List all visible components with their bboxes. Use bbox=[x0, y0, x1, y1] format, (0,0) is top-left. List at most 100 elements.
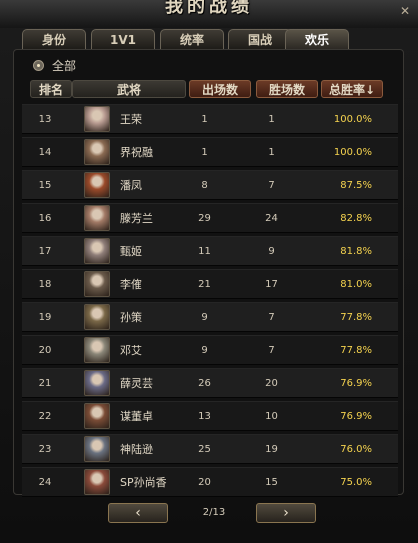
win-rate: 87.5% bbox=[340, 180, 372, 191]
table-row[interactable]: 13 王荣 1 1 100.0% bbox=[22, 104, 398, 134]
rank-cell: 14 bbox=[38, 147, 52, 158]
table-row[interactable]: 15 潘凤 8 7 87.5% bbox=[22, 170, 398, 200]
battle-record-window: 我的战绩 ✕ 身份 1V1 统率 国战 欢乐 全部 排名 武将 出场数 胜场数 … bbox=[0, 0, 418, 543]
general-portrait-icon bbox=[84, 271, 110, 297]
filter-label: 全部 bbox=[52, 59, 77, 73]
table-row[interactable]: 22 谋董卓 13 10 76.9% bbox=[22, 401, 398, 431]
tab-national-war[interactable]: 国战 bbox=[228, 29, 292, 49]
games-count: 8 bbox=[201, 180, 208, 191]
rank-cell: 16 bbox=[38, 213, 52, 224]
wins-count: 24 bbox=[265, 213, 278, 224]
wins-count: 19 bbox=[265, 444, 278, 455]
general-portrait-icon bbox=[84, 139, 110, 165]
general-portrait-icon bbox=[84, 106, 110, 132]
page-indicator: 2/13 bbox=[202, 507, 226, 518]
win-rate: 75.0% bbox=[340, 477, 372, 488]
rank-cell: 15 bbox=[38, 180, 52, 191]
win-rate: 77.8% bbox=[340, 312, 372, 323]
rank-cell: 20 bbox=[38, 345, 52, 356]
general-portrait-icon bbox=[84, 172, 110, 198]
table-row[interactable]: 16 滕芳兰 29 24 82.8% bbox=[22, 203, 398, 233]
games-count: 9 bbox=[201, 345, 208, 356]
games-count: 25 bbox=[198, 444, 211, 455]
table-row[interactable]: 21 薛灵芸 26 20 76.9% bbox=[22, 368, 398, 398]
general-portrait-icon bbox=[84, 205, 110, 231]
games-count: 21 bbox=[198, 279, 211, 290]
general-portrait-icon bbox=[84, 436, 110, 462]
tab-command[interactable]: 统率 bbox=[160, 29, 224, 49]
rank-cell: 13 bbox=[38, 114, 52, 125]
rank-cell: 21 bbox=[38, 378, 52, 389]
wins-count: 7 bbox=[268, 312, 275, 323]
pagination: ‹ 2/13 › bbox=[108, 503, 318, 523]
win-rate: 76.9% bbox=[340, 411, 372, 422]
general-portrait-icon bbox=[84, 469, 110, 495]
wins-count: 7 bbox=[268, 180, 275, 191]
header-win-rate[interactable]: 总胜率↓ bbox=[321, 80, 383, 98]
win-rate: 77.8% bbox=[340, 345, 372, 356]
games-count: 11 bbox=[198, 246, 211, 257]
close-icon[interactable]: ✕ bbox=[398, 4, 412, 18]
table-row[interactable]: 24 SP孙尚香 20 15 75.0% bbox=[22, 467, 398, 497]
win-rate: 100.0% bbox=[333, 114, 372, 125]
games-count: 9 bbox=[201, 312, 208, 323]
rank-cell: 24 bbox=[38, 477, 52, 488]
tab-identity[interactable]: 身份 bbox=[22, 29, 86, 49]
header-general: 武将 bbox=[72, 80, 186, 98]
general-portrait-icon bbox=[84, 238, 110, 264]
win-rate: 100.0% bbox=[333, 147, 372, 158]
win-rate: 81.0% bbox=[340, 279, 372, 290]
next-page-button[interactable]: › bbox=[256, 503, 316, 523]
header-games[interactable]: 出场数 bbox=[189, 80, 251, 98]
games-count: 29 bbox=[198, 213, 211, 224]
general-name: 潘凤 bbox=[120, 179, 142, 192]
general-name: 甄姬 bbox=[120, 245, 142, 258]
table-row[interactable]: 18 李傕 21 17 81.0% bbox=[22, 269, 398, 299]
radio-selected-icon[interactable] bbox=[33, 60, 44, 71]
prev-page-button[interactable]: ‹ bbox=[108, 503, 168, 523]
wins-count: 1 bbox=[268, 114, 275, 125]
win-rate: 76.9% bbox=[340, 378, 372, 389]
table-row[interactable]: 19 孙策 9 7 77.8% bbox=[22, 302, 398, 332]
general-name: SP孙尚香 bbox=[120, 476, 167, 489]
header-wins[interactable]: 胜场数 bbox=[256, 80, 318, 98]
games-count: 20 bbox=[198, 477, 211, 488]
games-count: 13 bbox=[198, 411, 211, 422]
table-row[interactable]: 14 界祝融 1 1 100.0% bbox=[22, 137, 398, 167]
general-name: 滕芳兰 bbox=[120, 212, 153, 225]
general-name: 谋董卓 bbox=[120, 410, 153, 423]
wins-count: 15 bbox=[265, 477, 278, 488]
rank-cell: 18 bbox=[38, 279, 52, 290]
wins-count: 7 bbox=[268, 345, 275, 356]
title-bar: 我的战绩 ✕ bbox=[0, 0, 418, 28]
table-row[interactable]: 17 甄姬 11 9 81.8% bbox=[22, 236, 398, 266]
table-row[interactable]: 23 神陆逊 25 19 76.0% bbox=[22, 434, 398, 464]
win-rate: 76.0% bbox=[340, 444, 372, 455]
general-portrait-icon bbox=[84, 370, 110, 396]
wins-count: 1 bbox=[268, 147, 275, 158]
tab-joy[interactable]: 欢乐 bbox=[285, 29, 349, 49]
wins-count: 10 bbox=[265, 411, 278, 422]
tab-1v1[interactable]: 1V1 bbox=[91, 29, 155, 49]
window-title: 我的战绩 bbox=[165, 0, 253, 17]
games-count: 26 bbox=[198, 378, 211, 389]
rank-cell: 22 bbox=[38, 411, 52, 422]
chevron-left-icon: ‹ bbox=[135, 505, 141, 521]
general-portrait-icon bbox=[84, 337, 110, 363]
win-rate: 82.8% bbox=[340, 213, 372, 224]
general-name: 邓艾 bbox=[120, 344, 142, 357]
rank-cell: 17 bbox=[38, 246, 52, 257]
wins-count: 9 bbox=[268, 246, 275, 257]
games-count: 1 bbox=[201, 147, 208, 158]
win-rate: 81.8% bbox=[340, 246, 372, 257]
rank-cell: 23 bbox=[38, 444, 52, 455]
header-rank: 排名 bbox=[30, 80, 72, 98]
table-row[interactable]: 20 邓艾 9 7 77.8% bbox=[22, 335, 398, 365]
rank-cell: 19 bbox=[38, 312, 52, 323]
wins-count: 17 bbox=[265, 279, 278, 290]
games-count: 1 bbox=[201, 114, 208, 125]
general-portrait-icon bbox=[84, 403, 110, 429]
general-name: 孙策 bbox=[120, 311, 142, 324]
general-name: 薛灵芸 bbox=[120, 377, 153, 390]
general-name: 王荣 bbox=[120, 113, 142, 126]
